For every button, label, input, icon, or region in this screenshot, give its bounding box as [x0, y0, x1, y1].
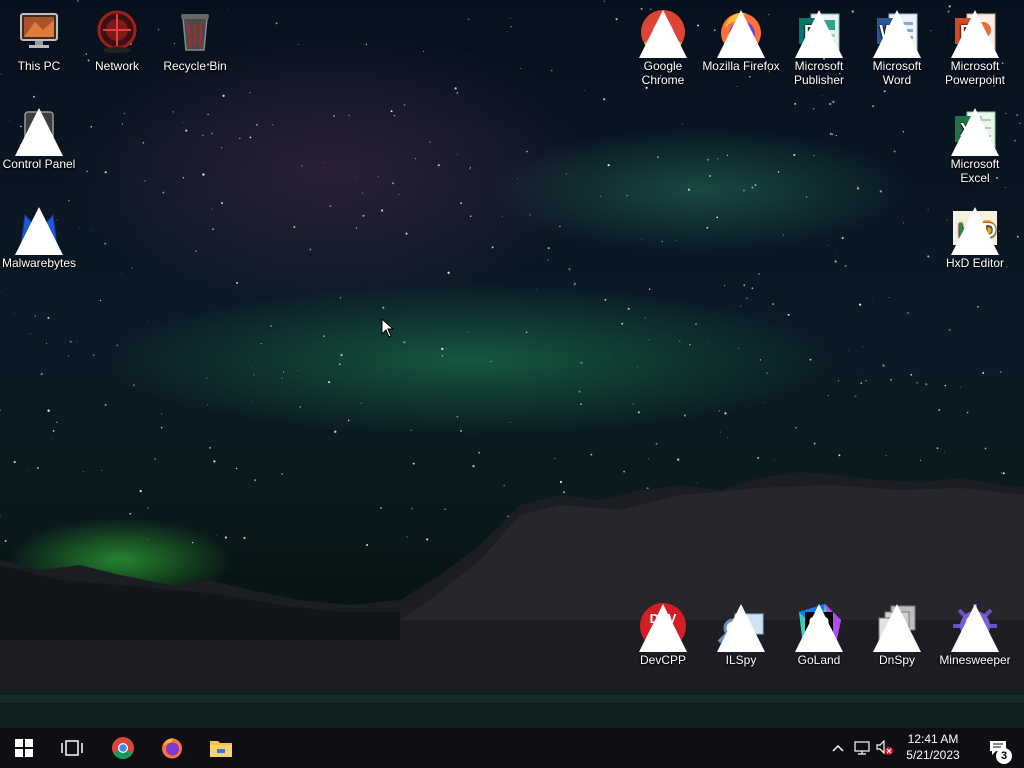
clock-time: 12:41 AM	[907, 732, 959, 746]
desktop-icon-recycle-bin[interactable]: Recycle Bin	[156, 8, 234, 73]
icon-label: DnSpy	[878, 653, 916, 667]
desktop-icon-microsoft-powerpoint[interactable]: P Microsoft Powerpoint	[936, 8, 1014, 87]
desktop-icon-minesweeper[interactable]: Minesweeper	[936, 602, 1014, 667]
network-status-button[interactable]	[851, 728, 873, 768]
desktop-icon-hxd-editor[interactable]: HxD HxD Editor	[936, 205, 1014, 270]
icon-label: HxD Editor	[945, 256, 1004, 270]
desktop-icon-goland[interactable]: GO GoLand	[780, 602, 858, 667]
taskbar: 12:41 AM 5/21/2023 3	[0, 728, 1024, 768]
icon-label: Control Panel	[2, 157, 76, 171]
icon-label: Malwarebytes	[1, 256, 77, 270]
icon-label: This PC	[17, 59, 61, 73]
icon-label: Mozilla Firefox	[702, 59, 780, 73]
recycle-bin-icon	[171, 8, 219, 56]
desktop-icon-mozilla-firefox[interactable]: Mozilla Firefox	[702, 8, 780, 73]
taskbar-chrome-button[interactable]	[99, 728, 147, 768]
desktop[interactable]: This PC Network Recycle Bin Control Pane…	[0, 0, 1024, 728]
icon-label: Microsoft Powerpoint	[944, 59, 1006, 87]
icon-label: GoLand	[797, 653, 841, 667]
icon-label: ILSpy	[725, 653, 757, 667]
microsoft-publisher-icon: P	[795, 8, 843, 58]
icon-label: Microsoft Publisher	[793, 59, 845, 87]
control-panel-icon	[15, 106, 63, 156]
desktop-icon-microsoft-publisher[interactable]: P Microsoft Publisher	[780, 8, 858, 87]
ilspy-icon	[717, 602, 765, 652]
icon-label: Recycle Bin	[163, 59, 227, 73]
hxd-editor-icon: HxD	[951, 205, 999, 255]
desktop-icon-this-pc[interactable]: This PC	[0, 8, 78, 73]
icon-label: Minesweeper	[939, 653, 1011, 667]
task-view-icon	[61, 740, 83, 756]
icon-label: Google Chrome	[641, 59, 685, 87]
desktop-icon-microsoft-word[interactable]: W Microsoft Word	[858, 8, 936, 87]
mozilla-firefox-icon	[162, 738, 182, 759]
icon-label: DevCPP	[639, 653, 686, 667]
network-icon	[93, 8, 141, 56]
taskbar-firefox-button[interactable]	[148, 728, 196, 768]
desktop-icon-control-panel[interactable]: Control Panel	[0, 106, 78, 171]
desktop-icon-ilspy[interactable]: ILSpy	[702, 602, 780, 667]
google-chrome-icon	[639, 8, 687, 58]
devcpp-icon: DEV C++	[639, 602, 687, 652]
desktop-icon-malwarebytes[interactable]: Malwarebytes	[0, 205, 78, 270]
goland-icon: GO	[795, 602, 843, 652]
task-view-button[interactable]	[48, 728, 96, 768]
action-center-button[interactable]: 3	[978, 728, 1018, 768]
icon-label: Microsoft Word	[872, 59, 922, 87]
desktop-icon-dnspy[interactable]: DnSpy	[858, 602, 936, 667]
microsoft-word-icon: W	[873, 8, 921, 58]
google-chrome-icon	[112, 737, 134, 759]
chevron-up-icon	[832, 744, 844, 752]
desktop-icon-network[interactable]: Network	[78, 8, 156, 73]
malwarebytes-icon	[15, 205, 63, 255]
microsoft-excel-icon: X	[951, 106, 999, 156]
mozilla-firefox-icon	[717, 8, 765, 58]
windows-logo-icon	[15, 739, 33, 757]
desktop-icon-google-chrome[interactable]: Google Chrome	[624, 8, 702, 87]
mouse-cursor-icon	[381, 318, 395, 338]
clock-date: 5/21/2023	[906, 748, 960, 762]
minesweeper-icon	[951, 602, 999, 652]
microsoft-powerpoint-icon: P	[951, 8, 999, 58]
notification-count-badge: 3	[996, 748, 1012, 764]
network-icon	[854, 741, 870, 755]
this-pc-icon	[15, 8, 63, 56]
start-button[interactable]	[0, 728, 48, 768]
taskbar-file-explorer-button[interactable]	[197, 728, 245, 768]
dnspy-icon	[873, 602, 921, 652]
icon-label: Microsoft Excel	[950, 157, 1000, 185]
clock[interactable]: 12:41 AM 5/21/2023	[888, 728, 978, 768]
icon-label: Network	[94, 59, 139, 73]
desktop-icon-microsoft-excel[interactable]: X Microsoft Excel	[936, 106, 1014, 185]
desktop-icon-devcpp[interactable]: DEV C++ DevCPP	[624, 602, 702, 667]
show-hidden-icons-button[interactable]	[828, 728, 848, 768]
folder-icon	[210, 741, 232, 757]
